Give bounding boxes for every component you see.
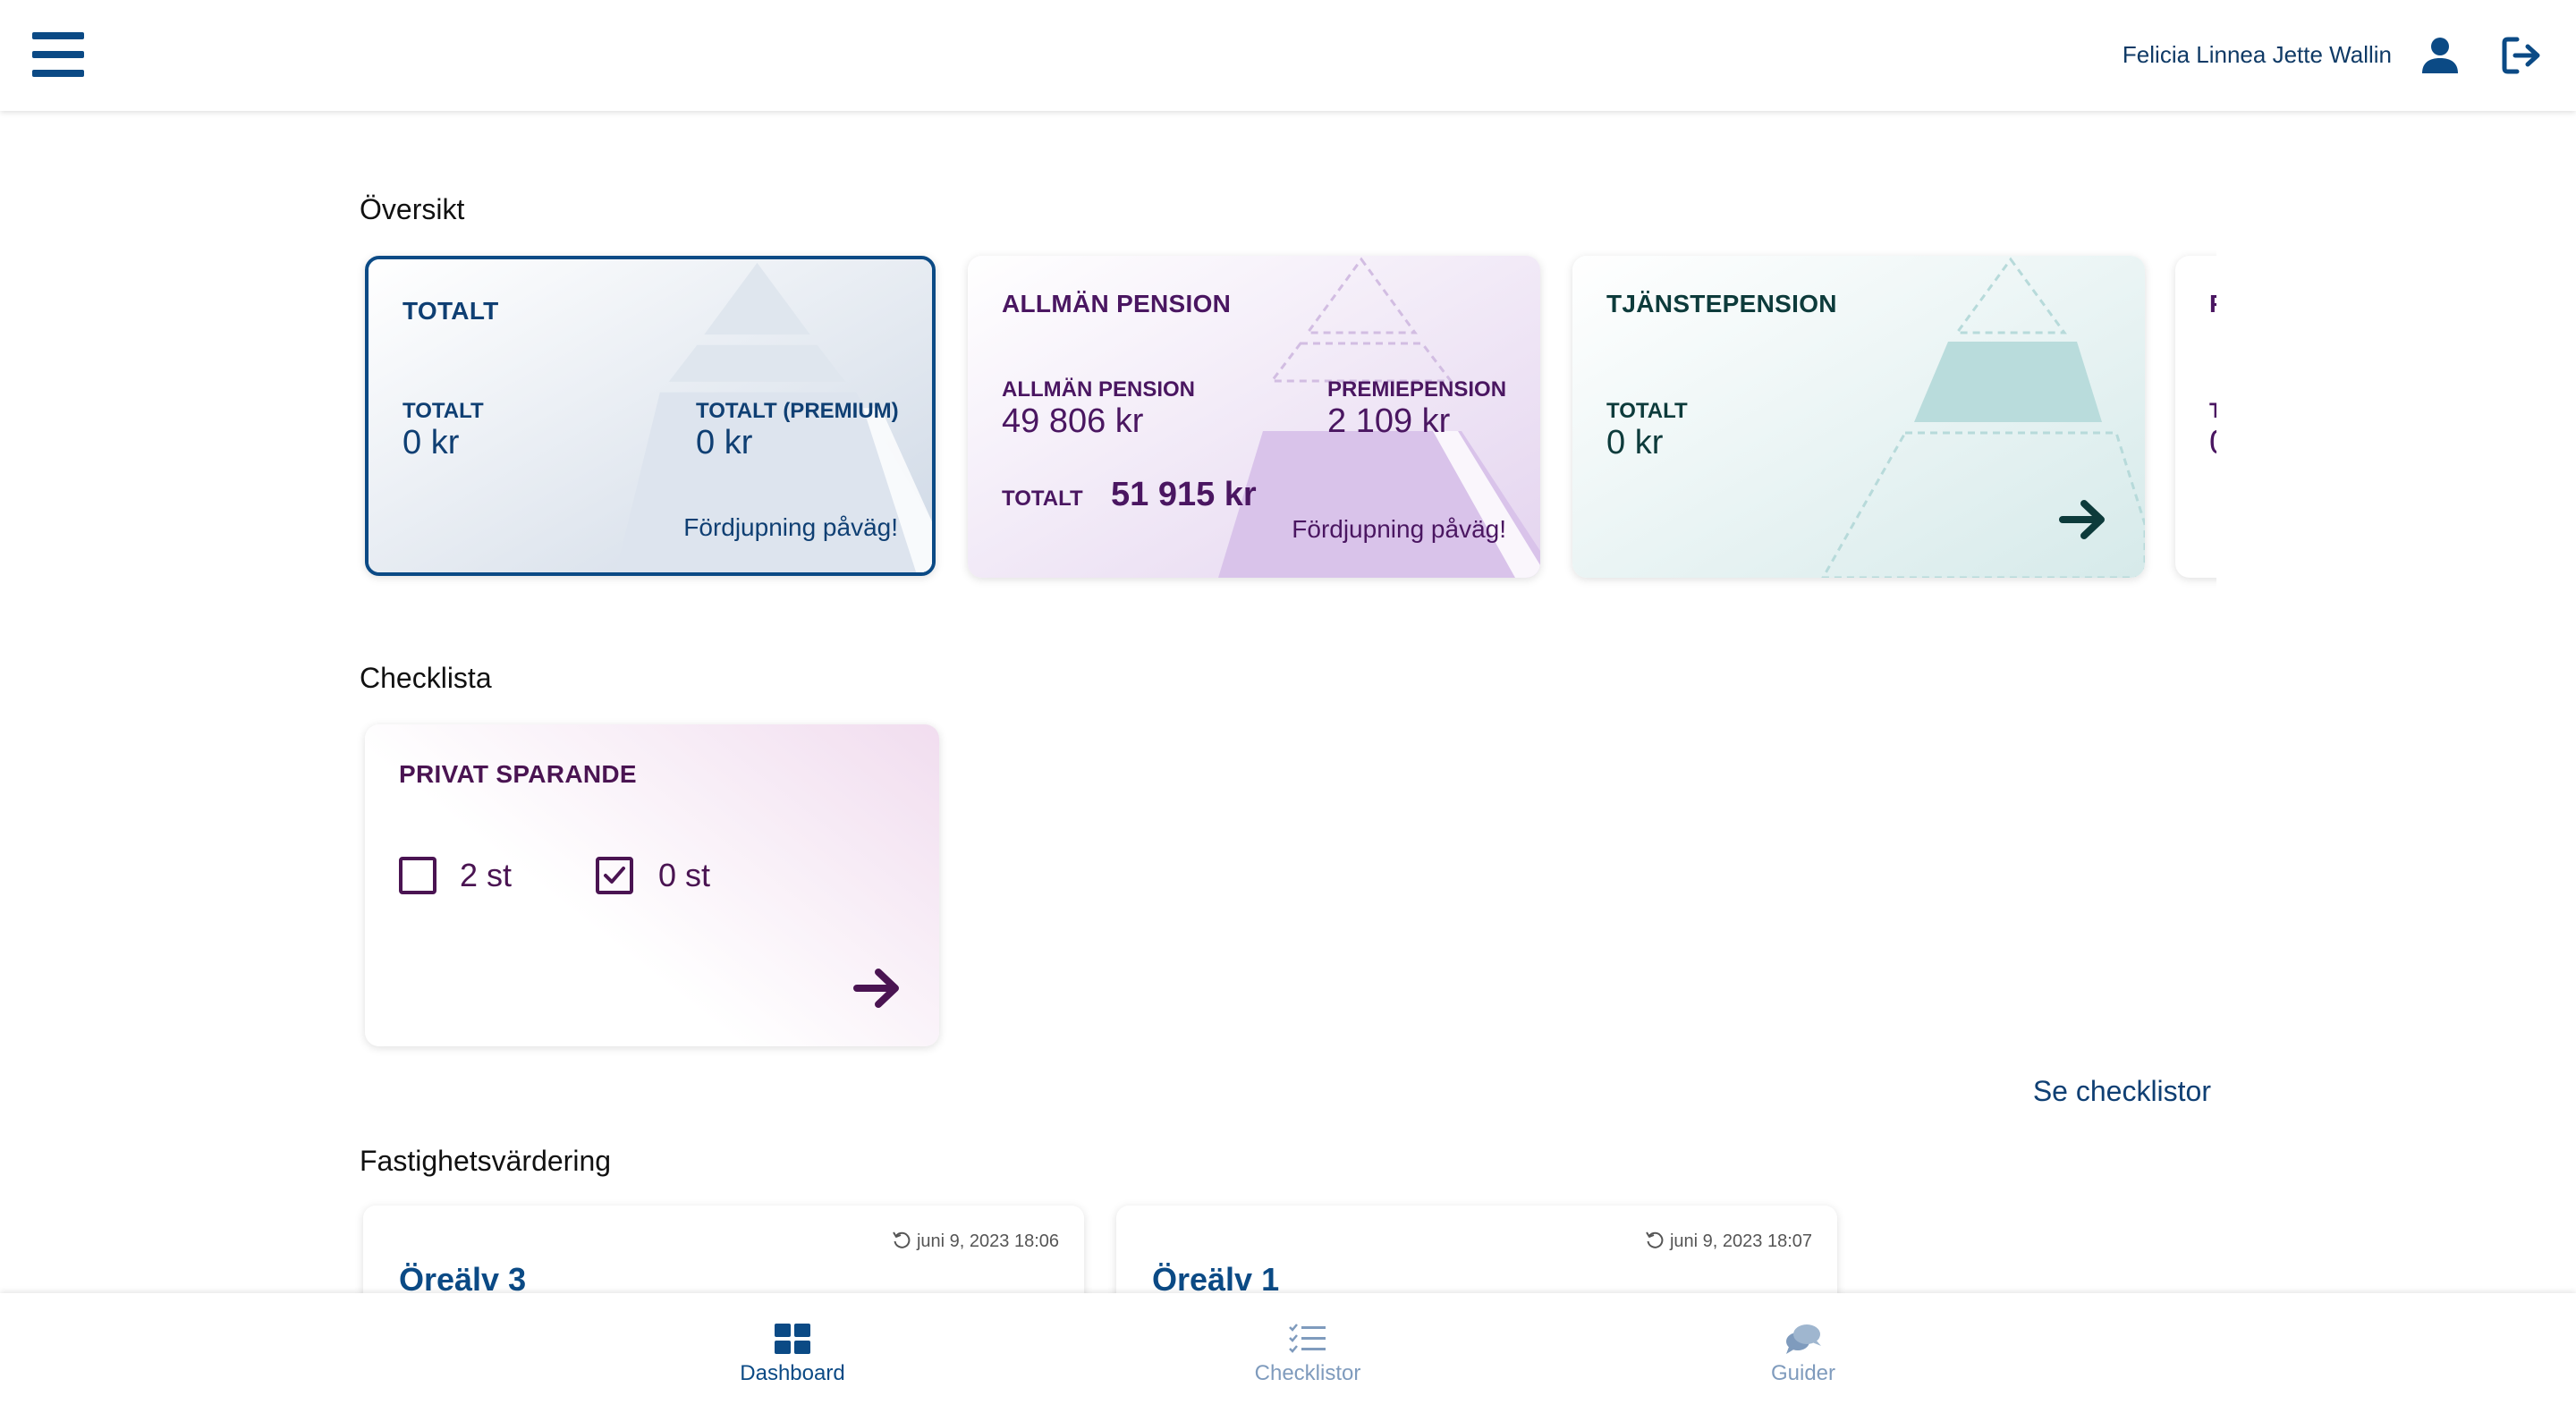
coming-soon-note: Fördjupning påväg! (1292, 515, 1506, 543)
tjanste-total-value: 0 kr (1606, 424, 1664, 461)
coming-soon-note: Fördjupning påväg! (683, 513, 898, 541)
arrow-right-icon[interactable] (853, 968, 902, 1009)
nav-label: Guider (1770, 1361, 1836, 1385)
allman-total-label: TOTALT (1002, 487, 1083, 511)
card-title: ALLMÄN PENSION (1002, 290, 1232, 317)
card-total[interactable]: TOTALT TOTALT 0 kr TOTALT (PREMIUM) 0 kr… (365, 256, 936, 576)
tjanste-total-label: TOTALT (1606, 399, 1688, 423)
arrow-right-icon[interactable] (2059, 499, 2107, 540)
checked-checkbox-icon (596, 857, 633, 894)
nav-guider[interactable]: Guider (1696, 1293, 1911, 1413)
refresh-icon (893, 1231, 911, 1248)
menu-icon[interactable] (32, 32, 84, 77)
premium-value: 0 kr (696, 424, 753, 461)
premiepension-value: 2 109 kr (1327, 402, 1451, 440)
checklist-heading: Checklista (360, 662, 492, 694)
nav-label: Dashboard (740, 1361, 845, 1385)
see-checklists-link[interactable]: Se checklistor (2033, 1075, 2211, 1108)
unchecked-checkbox-icon (399, 857, 436, 894)
premium-label: TOTALT (PREMIUM) (696, 399, 899, 423)
partial-label: T (2209, 399, 2216, 423)
checked-count: 0 st (658, 857, 711, 893)
card-tjanstepension[interactable]: TJÄNSTEPENSION TOTALT 0 kr (1572, 256, 2145, 578)
refresh-icon (1646, 1231, 1664, 1248)
overview-carousel[interactable]: TOTALT TOTALT 0 kr TOTALT (PREMIUM) 0 kr… (0, 241, 2216, 599)
partial-value: 0 (2209, 424, 2216, 462)
allman-pension-value: 49 806 kr (1002, 402, 1144, 440)
chat-bubbles-icon (1786, 1324, 1821, 1354)
total-value: 0 kr (402, 424, 460, 461)
bottom-navigation: Dashboard Checklistor Guider (0, 1293, 2576, 1413)
card-partial[interactable]: P T 0 (2175, 256, 2216, 578)
card-title: P (2209, 290, 2216, 318)
top-bar: Felicia Linnea Jette Wallin (0, 0, 2576, 111)
property-updated: juni 9, 2023 18:06 (892, 1231, 1059, 1252)
unchecked-count: 2 st (460, 857, 513, 893)
card-title: TOTALT (402, 297, 499, 325)
nav-label: Checklistor (1254, 1361, 1361, 1385)
allman-pension-label: ALLMÄN PENSION (1002, 377, 1195, 402)
nav-dashboard[interactable]: Dashboard (685, 1293, 900, 1413)
overview-heading: Översikt (360, 193, 465, 225)
user-icon[interactable] (2420, 36, 2460, 75)
property-date: juni 9, 2023 18:06 (916, 1231, 1059, 1251)
dashboard-icon (775, 1324, 810, 1354)
logout-icon[interactable] (2501, 36, 2544, 75)
premiepension-label: PREMIEPENSION (1327, 377, 1507, 402)
user-name: Felicia Linnea Jette Wallin (2122, 41, 2392, 68)
card-privat-sparande[interactable]: PRIVAT SPARANDE 2 st 0 st (365, 724, 939, 1046)
allman-total-value: 51 915 kr (1111, 476, 1257, 513)
total-label: TOTALT (402, 399, 484, 423)
card-allman-pension[interactable]: ALLMÄN PENSION ALLMÄN PENSION 49 806 kr … (968, 256, 1540, 578)
card-title: TJÄNSTEPENSION (1606, 290, 1837, 317)
property-heading: Fastighetsvärdering (360, 1145, 612, 1177)
card-title: PRIVAT SPARANDE (399, 760, 637, 788)
property-date: juni 9, 2023 18:07 (1669, 1231, 1812, 1251)
checklist-icon (1289, 1324, 1326, 1353)
property-updated: juni 9, 2023 18:07 (1645, 1231, 1812, 1252)
nav-checklistor[interactable]: Checklistor (1200, 1293, 1415, 1413)
